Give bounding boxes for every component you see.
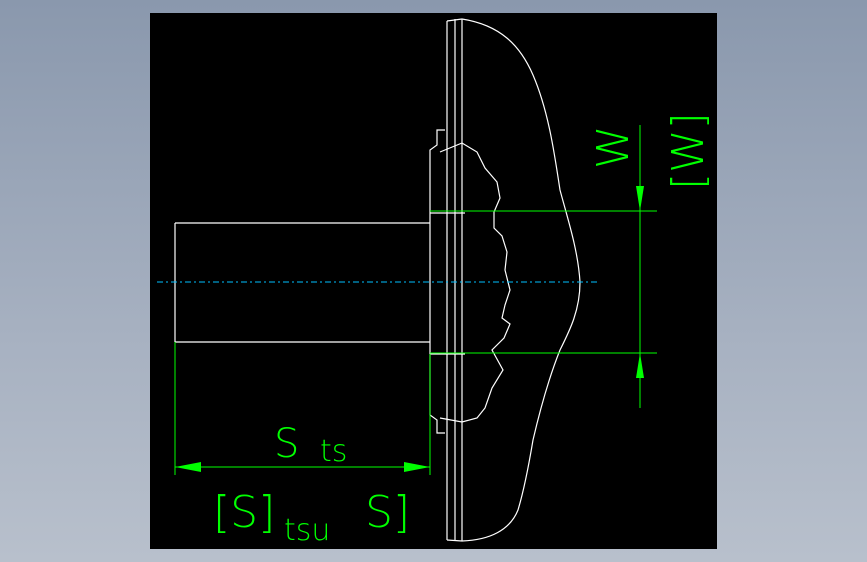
- sts-label-sub: ts: [320, 434, 347, 469]
- s-bracket-close-label: S]: [365, 487, 410, 538]
- sts-label-main: S: [274, 421, 299, 467]
- cad-viewport: S ts [S] tsu S] W [W]: [150, 13, 717, 549]
- w-bracket-label: [W]: [663, 112, 714, 190]
- drawing-canvas: [150, 13, 717, 549]
- w-label: W: [588, 125, 639, 169]
- s-bracket-open-label: [S]: [213, 487, 275, 538]
- s-tsu-sub-label: tsu: [284, 513, 330, 548]
